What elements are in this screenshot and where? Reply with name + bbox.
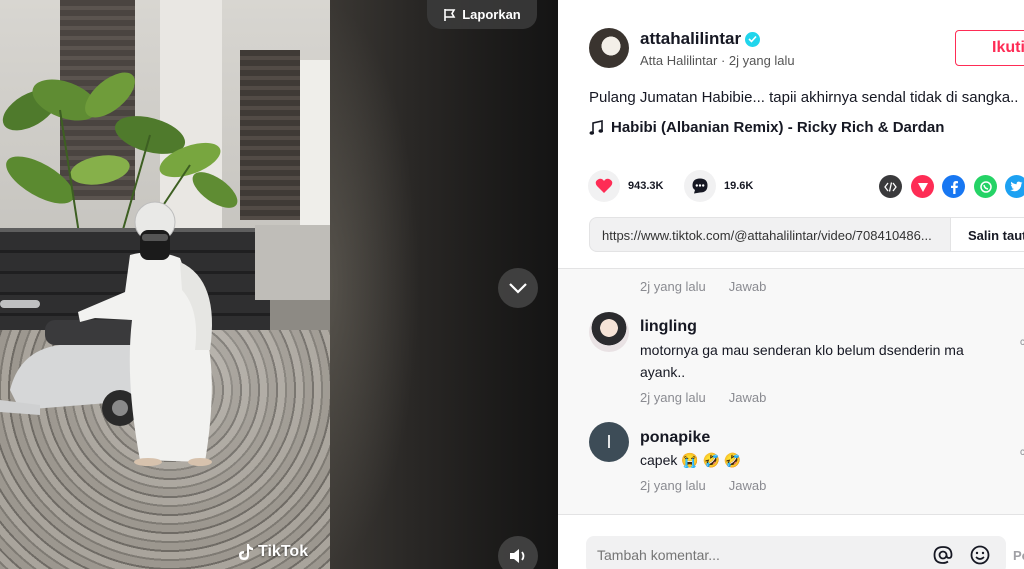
comment-stat[interactable]: 19.6K [684,170,753,202]
copy-link-button[interactable]: Salin taut [950,218,1024,251]
author-avatar[interactable] [589,28,629,68]
person-image [78,201,212,466]
embed-icon[interactable] [879,175,902,198]
whatsapp-icon[interactable] [974,175,997,198]
video-link-box: https://www.tiktok.com/@attahalilintar/v… [589,217,1024,252]
follow-button[interactable]: Ikuti [955,30,1024,66]
reply-button[interactable]: Jawab [729,390,767,405]
tiktok-logo-icon [239,544,253,560]
like-count-edge: c [1020,447,1024,458]
music-link[interactable]: Habibi (Albanian Remix) - Ricky Rich & D… [589,119,944,136]
comment-meta: 2j yang lalu Jawab [640,390,766,405]
heart-icon[interactable] [588,170,620,202]
comment-text: capek 😭 🤣 🤣 [640,452,742,468]
video-player[interactable]: TikTok Laporkan [0,0,558,569]
video-caption: Pulang Jumatan Habibie... tapii akhirnya… [589,89,1019,106]
verified-badge-icon [745,31,761,47]
like-stat[interactable]: 943.3K [588,170,663,202]
like-count: 943.3K [628,180,664,192]
comment-meta: 2j yang lalu Jawab [640,478,766,493]
reply-button[interactable]: Jawab [729,478,767,493]
comment-time: 2j yang lalu [640,478,706,493]
commenter-name[interactable]: lingling [640,318,697,336]
comment-bubble-icon[interactable] [684,170,716,202]
commenter-name[interactable]: ponapike [640,429,710,447]
post-comment-button[interactable]: Posting [1013,548,1024,563]
volume-button[interactable] [498,536,538,569]
comment-list[interactable]: 2j yang lalu Jawab lingling motornya ga … [558,268,1024,514]
watermark-text: TikTok [258,543,309,560]
twitter-icon[interactable] [1005,175,1024,198]
comment-input[interactable] [597,547,917,563]
next-video-button[interactable] [498,268,538,308]
send-icon[interactable] [911,175,934,198]
author-display-name[interactable]: Atta Halilintar [640,53,717,68]
comment-text: motornya ga mau senderan klo belum dsend… [640,342,964,380]
video-url[interactable]: https://www.tiktok.com/@attahalilintar/v… [602,228,932,243]
info-panel: attahalilintar Atta Halilintar · 2j yang… [558,0,1024,569]
mention-icon[interactable] [932,544,954,566]
comment-meta: 2j yang lalu Jawab [640,279,766,294]
comment-time: 2j yang lalu [640,279,706,294]
commenter-avatar[interactable] [589,312,629,352]
facebook-icon[interactable] [942,175,965,198]
author-username[interactable]: attahalilintar [640,29,761,49]
flag-icon [444,8,456,21]
comment-input-box[interactable] [586,536,1006,569]
chevron-down-icon [509,283,527,294]
video-frame[interactable] [0,0,330,569]
comment-count: 19.6K [724,180,754,192]
music-note-icon [589,119,603,135]
emoji-icon[interactable] [969,544,991,566]
comment-input-bar: Posting [558,514,1024,569]
report-button[interactable]: Laporkan [427,0,537,29]
like-count-edge: c [1020,337,1024,348]
tiktok-watermark: TikTok [238,543,308,561]
report-label: Laporkan [462,7,521,22]
speaker-icon [510,549,525,563]
comment-time: 2j yang lalu [640,390,706,405]
tiktok-video-page: TikTok Laporkan attahalilintar Atta Hali… [0,0,1024,569]
author-subline: Atta Halilintar · 2j yang lalu [640,53,795,68]
commenter-avatar[interactable]: I [589,422,629,462]
music-title: Habibi (Albanian Remix) - Ricky Rich & D… [611,119,945,136]
reply-button[interactable]: Jawab [729,279,767,294]
post-time: 2j yang lalu [728,53,795,68]
